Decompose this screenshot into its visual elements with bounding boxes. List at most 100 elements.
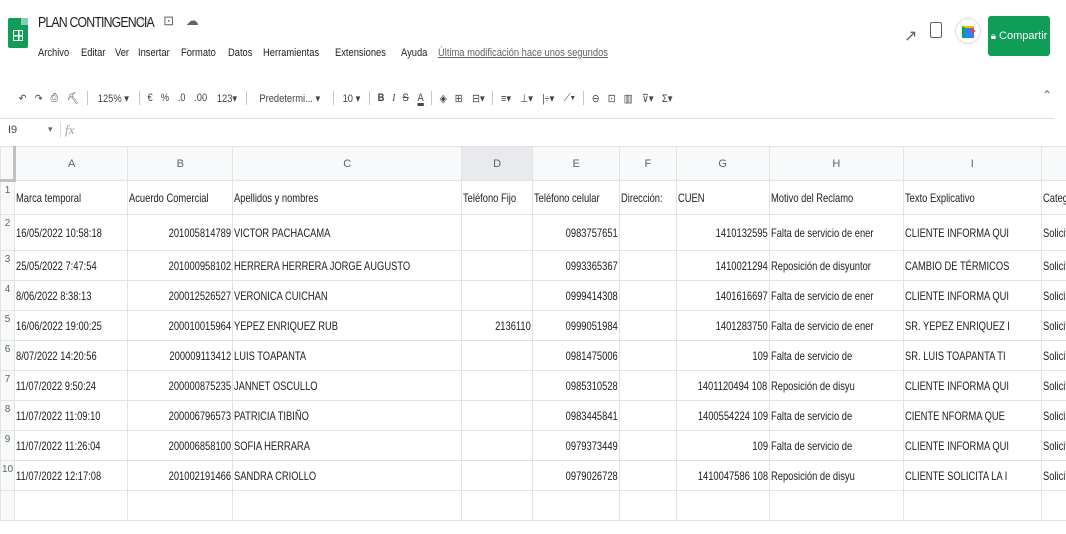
table-cell[interactable]: VICTOR PACHACAMA [232,214,463,251]
menu-ayuda[interactable]: Ayuda [401,47,427,59]
table-cell[interactable]: 8/06/2022 8:38:13 [14,280,129,311]
table-cell[interactable]: Falta de servicio de [768,340,905,371]
header-cell[interactable]: Texto Explicativo [903,180,1042,215]
table-cell[interactable] [619,370,677,401]
column-header-d[interactable]: D [461,146,534,181]
menu-herramientas[interactable]: Herramientas [263,47,319,59]
sheet-grid[interactable]: ABCDEFGHIJK 1Marca temporalAcuerdo Comer… [0,146,1066,534]
table-cell[interactable] [619,430,677,461]
table-cell[interactable]: 200010015964 [127,310,234,341]
table-cell[interactable]: 1401283750 [675,310,770,341]
title-actions[interactable]: ☆ ⊡ ☁ [140,13,203,29]
table-cell[interactable]: 8/07/2022 14:20:56 [14,340,129,371]
chevron-down-icon[interactable]: ▾ [48,124,53,135]
table-cell[interactable]: Solicitudes y emergencia [1040,370,1066,401]
header-cell[interactable]: Dirección: [619,180,677,215]
table-cell[interactable] [461,400,534,431]
table-cell[interactable]: CLIENTE INFORMA QUI [903,430,1042,461]
table-cell[interactable]: 1401120494 108 [675,370,770,401]
table-cell[interactable]: 200000875235 [127,370,234,401]
table-cell[interactable]: 0999414308 [532,280,621,311]
table-cell[interactable]: CLIENTE INFORMA QUI [903,370,1042,401]
meet-icon[interactable] [955,18,981,44]
row-header[interactable]: 3 [0,250,16,281]
menu-archivo[interactable]: Archivo [38,47,69,59]
table-cell[interactable]: CAMBIO DE TÉRMICOS [903,250,1042,281]
row-header[interactable]: 7 [0,370,16,401]
bold-button[interactable]: B [377,92,384,104]
table-cell[interactable] [768,490,905,521]
table-cell[interactable] [1040,490,1066,521]
table-cell[interactable]: 0985310528 [532,370,621,401]
menu-editar[interactable]: Editar [81,47,105,59]
table-cell[interactable]: 200006858100 [127,430,234,461]
table-cell[interactable]: 0981475006 [532,340,621,371]
redo-icon[interactable]: ↷ [35,92,43,105]
currency-format-button[interactable]: € [147,92,152,104]
font-size-select[interactable]: 10 ▾ [342,92,360,105]
row-header[interactable]: 10 [0,460,16,491]
menu-datos[interactable]: Datos [228,47,252,59]
horizontal-align-icon[interactable]: ≡▾ [501,92,511,105]
table-cell[interactable]: 109 [675,340,770,371]
table-cell[interactable]: CLIENTE SOLICITA LA I [903,460,1042,491]
table-cell[interactable]: 200009113412 [127,340,234,371]
italic-button[interactable]: I [392,92,395,104]
table-cell[interactable]: SOFIA HERRARA [232,430,463,461]
share-button[interactable]: 🔒︎ Compartir [988,16,1050,56]
row-header[interactable]: 9 [0,430,16,461]
undo-icon[interactable]: ↶ [19,92,27,105]
table-cell[interactable] [461,340,534,371]
filter-icon[interactable]: ⊽▾ [642,92,654,105]
table-cell[interactable]: Reposición de disyu [768,370,905,401]
percent-format-button[interactable]: % [161,92,169,104]
table-cell[interactable]: 200006796573 [127,400,234,431]
table-cell[interactable]: SANDRA CRIOLLO [232,460,463,491]
header-cell[interactable]: Apellidos y nombres [232,180,463,215]
table-cell[interactable] [532,490,621,521]
header-cell[interactable]: Categoría 1 [1040,180,1066,215]
column-header-f[interactable]: F [619,146,677,181]
table-cell[interactable]: Falta de servicio de [768,430,905,461]
header-cell[interactable]: Teléfono Fijo [461,180,534,215]
text-rotate-icon[interactable]: ⟋▾ [564,92,575,105]
menu-ver[interactable]: Ver [115,47,129,59]
row-header[interactable]: 8 [0,400,16,431]
fill-color-icon[interactable]: ◈ [440,92,447,105]
table-cell[interactable]: 1410047586 108 [675,460,770,491]
table-cell[interactable] [619,340,677,371]
document-title[interactable]: PLAN CONTINGENCIA [38,14,155,31]
vertical-align-icon[interactable]: ⊥▾ [520,92,533,105]
column-header-g[interactable]: G [675,146,770,181]
table-cell[interactable]: 200012526527 [127,280,234,311]
table-cell[interactable]: 25/05/2022 7:47:54 [14,250,129,281]
paint-format-icon[interactable]: ⛏ [67,92,79,105]
table-cell[interactable]: Solicitudes y emergencia [1040,400,1066,431]
row-header[interactable]: 2 [0,214,16,251]
table-cell[interactable] [903,490,1042,521]
table-cell[interactable] [461,460,534,491]
table-cell[interactable]: VERONICA CUICHAN [232,280,463,311]
merge-cells-icon[interactable]: ⊟▾ [472,92,485,105]
name-box[interactable]: I9 [8,124,17,136]
table-cell[interactable]: SR. YEPEZ ENRIQUEZ I [903,310,1042,341]
column-header-b[interactable]: B [127,146,234,181]
table-cell[interactable] [619,280,677,311]
table-cell[interactable]: 201002191466 [127,460,234,491]
table-cell[interactable]: 11/07/2022 9:50:24 [14,370,129,401]
column-header-j[interactable]: J [1040,146,1066,181]
table-cell[interactable] [675,490,770,521]
table-cell[interactable]: 2136110 [461,310,534,341]
column-header-i[interactable]: I [903,146,1042,181]
more-formats-button[interactable]: 123▾ [217,92,237,105]
table-cell[interactable]: Falta de servicio de ener [768,214,905,251]
table-cell[interactable] [619,490,677,521]
table-cell[interactable] [461,370,534,401]
table-cell[interactable]: Falta de servicio de [768,400,905,431]
table-cell[interactable]: 11/07/2022 11:26:04 [14,430,129,461]
column-header-a[interactable]: A [14,146,129,181]
text-wrap-icon[interactable]: |÷▾ [543,92,555,105]
row-header[interactable]: 4 [0,280,16,311]
insert-comment-icon[interactable]: ⊡ [608,92,616,105]
row-header[interactable]: 1 [0,180,16,215]
